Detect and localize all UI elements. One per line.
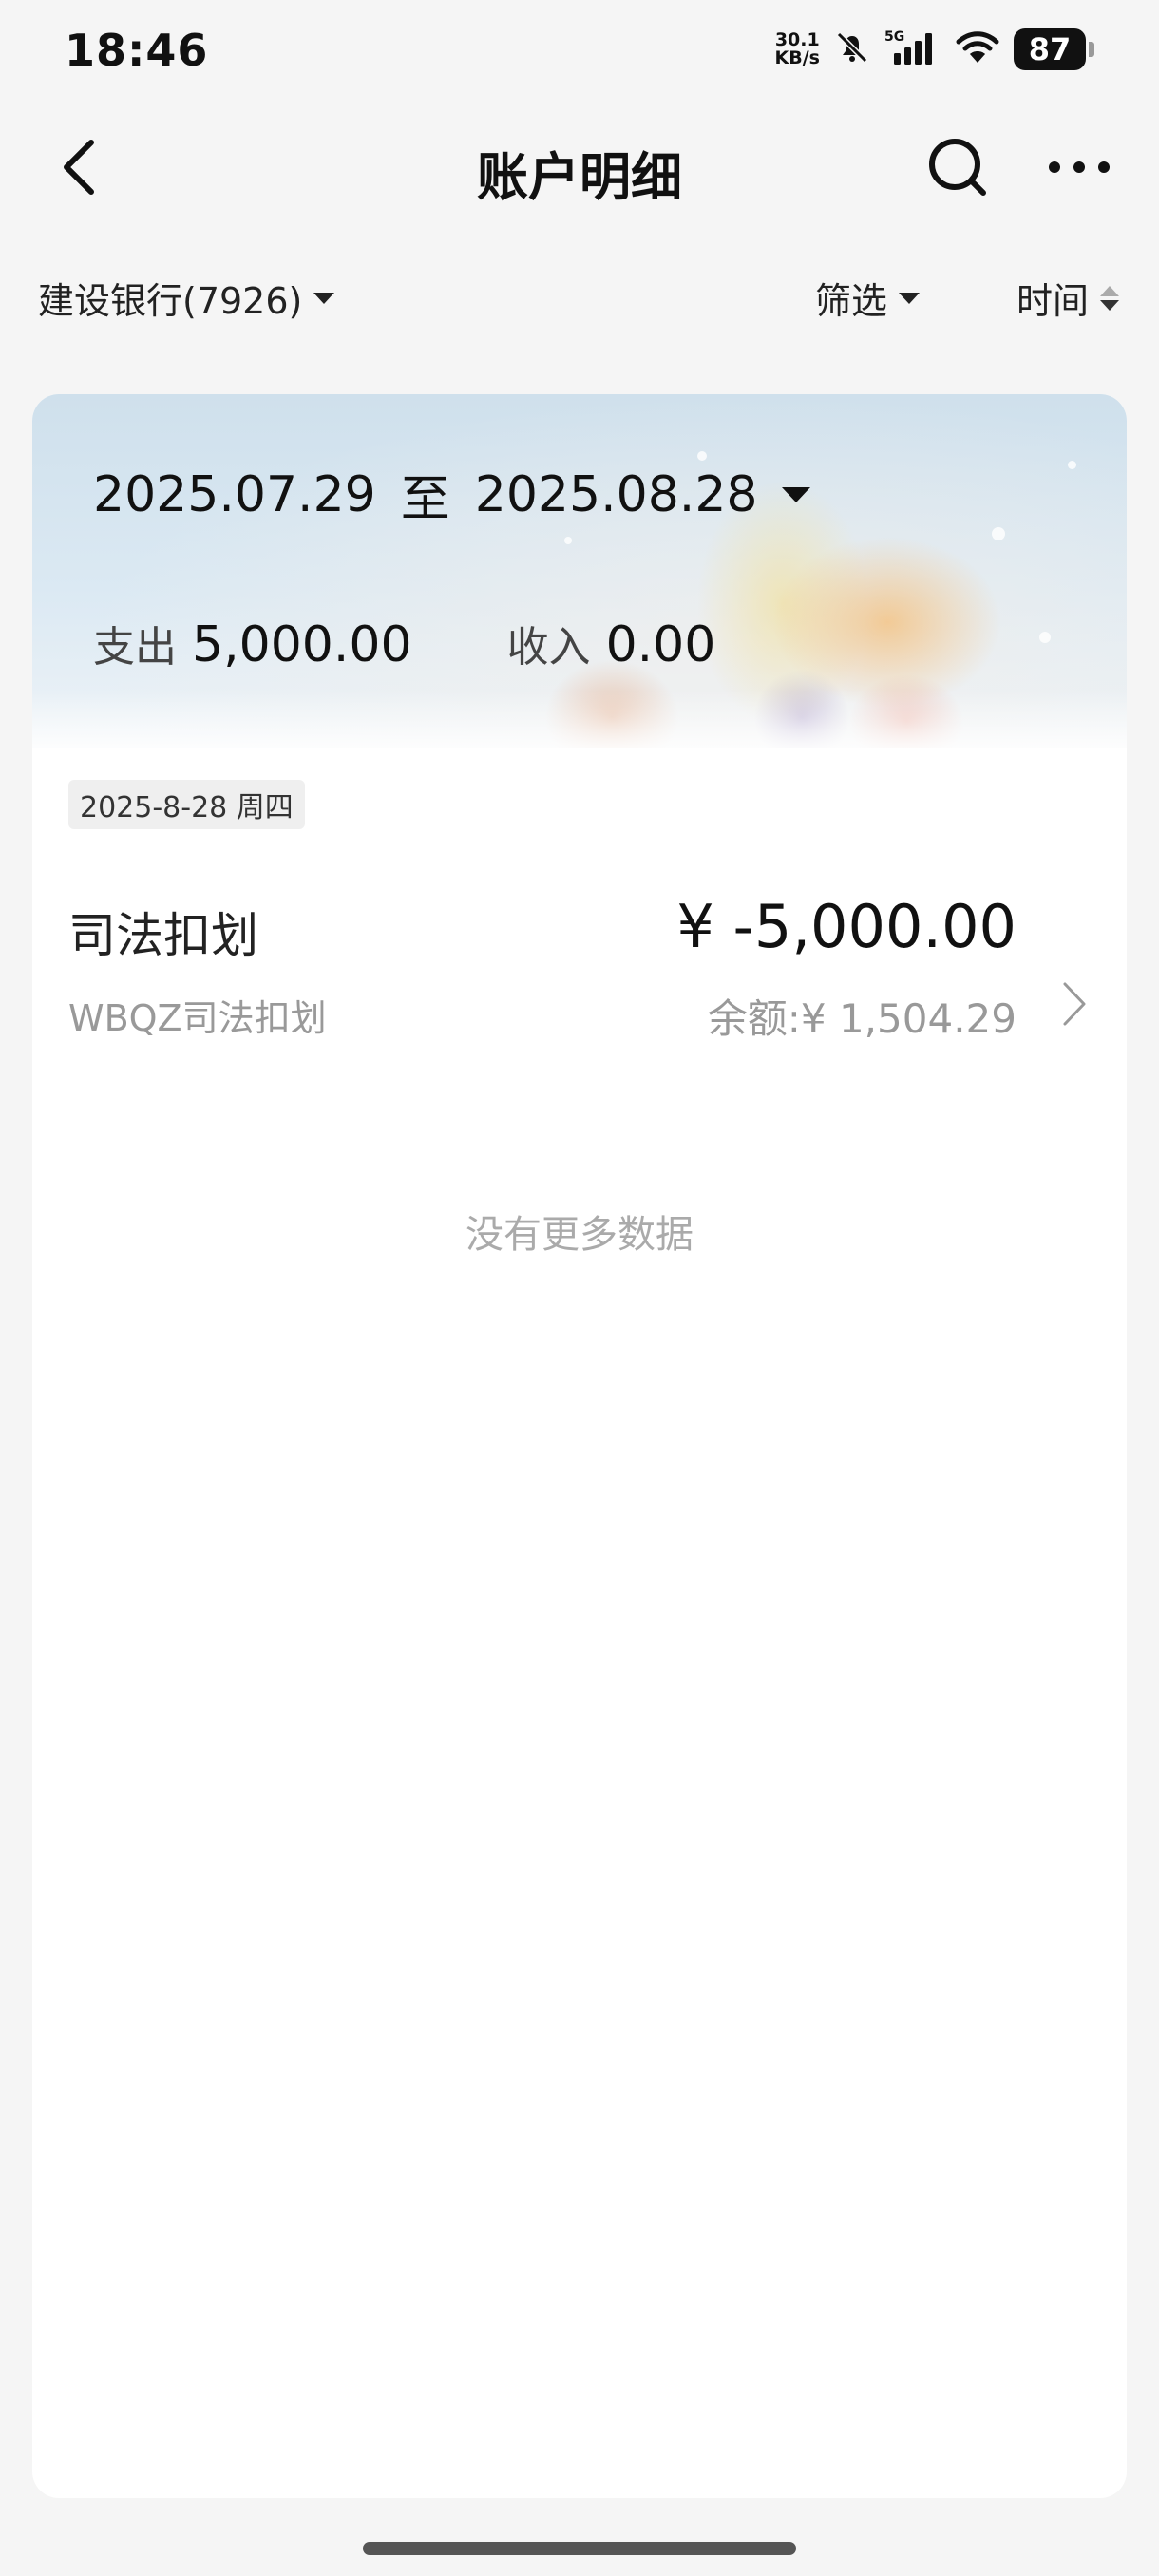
transactions-card: 2025.07.29 至 2025.08.28 支出 5,000.00 收入 0… — [32, 394, 1127, 2498]
date-separator: 至 — [400, 471, 450, 528]
no-more-data-text: 没有更多数据 — [466, 1213, 694, 1257]
snowflake-decoration — [992, 527, 1005, 540]
caret-down-icon — [782, 486, 811, 502]
battery-tip — [1089, 42, 1094, 57]
caret-down-icon — [314, 292, 335, 304]
network-speed-unit: KB/s — [774, 47, 820, 68]
filter-label: 筛选 — [815, 280, 888, 322]
totals-summary: 支出 5,000.00 收入 0.00 — [93, 613, 715, 673]
home-indicator[interactable] — [363, 2542, 796, 2555]
transaction-balance: 余额: ¥ 1,504.29 — [708, 987, 1016, 1045]
mute-bell-icon — [833, 28, 871, 70]
more-button[interactable] — [1039, 129, 1119, 209]
filter-dropdown[interactable]: 筛选 — [815, 272, 921, 324]
expense-label: 支出 — [93, 623, 177, 672]
time-sort-label: 时间 — [1016, 280, 1090, 322]
signal-icon: 5G — [884, 28, 941, 70]
network-type-label: 5G — [884, 29, 904, 45]
more-icon — [1046, 158, 1112, 180]
account-label: 建设银行(7926) — [38, 280, 303, 322]
balance-label: 余额: — [707, 995, 801, 1042]
summary-header: 2025.07.29 至 2025.08.28 支出 5,000.00 收入 0… — [32, 394, 1127, 748]
date-range-selector[interactable]: 2025.07.29 至 2025.08.28 — [93, 459, 811, 530]
caret-down-icon — [899, 292, 921, 304]
sort-icon — [1100, 285, 1120, 311]
search-button[interactable] — [918, 129, 998, 209]
transaction-description: WBQZ司法扣划 — [68, 997, 327, 1039]
expense-amount: 5,000.00 — [192, 616, 412, 673]
wifi-icon — [955, 28, 1000, 70]
income-amount: 0.00 — [605, 616, 716, 673]
snow-ground-decoration — [32, 691, 1127, 748]
battery-icon: 87 — [1014, 28, 1094, 70]
nav-bar: 账户明细 — [0, 114, 1159, 223]
search-icon — [924, 134, 991, 204]
account-selector[interactable]: 建设银行(7926) — [38, 272, 335, 324]
transaction-amount: ¥ -5,000.00 — [676, 892, 1016, 961]
snowflake-decoration — [564, 537, 572, 544]
sort-up-arrow — [1100, 285, 1120, 296]
status-time: 18:46 — [65, 25, 209, 76]
date-group-label: 2025-8-28 周四 — [68, 780, 305, 829]
sort-down-arrow — [1100, 299, 1120, 311]
snowflake-decoration — [1039, 632, 1051, 643]
time-sort-toggle[interactable]: 时间 — [1016, 272, 1120, 324]
status-bar: 18:46 30.1 KB/s 5G 87 — [0, 0, 1159, 104]
filter-bar: 建设银行(7926) 筛选 时间 — [0, 266, 1159, 332]
status-indicators: 30.1 KB/s 5G 87 — [775, 28, 1094, 70]
chevron-right-icon — [1054, 975, 1092, 1032]
transaction-title: 司法扣划 — [68, 908, 258, 963]
date-from: 2025.07.29 — [93, 465, 376, 523]
network-speed: 30.1 KB/s — [775, 31, 820, 67]
snowflake-decoration — [1068, 461, 1076, 469]
income-label: 收入 — [506, 623, 591, 672]
date-to: 2025.08.28 — [474, 465, 758, 523]
balance-value: ¥ 1,504.29 — [800, 995, 1016, 1042]
transaction-row[interactable]: 司法扣划 WBQZ司法扣划 ¥ -5,000.00 余额: ¥ 1,504.29 — [32, 869, 1127, 1042]
battery-level: 87 — [1014, 28, 1086, 70]
